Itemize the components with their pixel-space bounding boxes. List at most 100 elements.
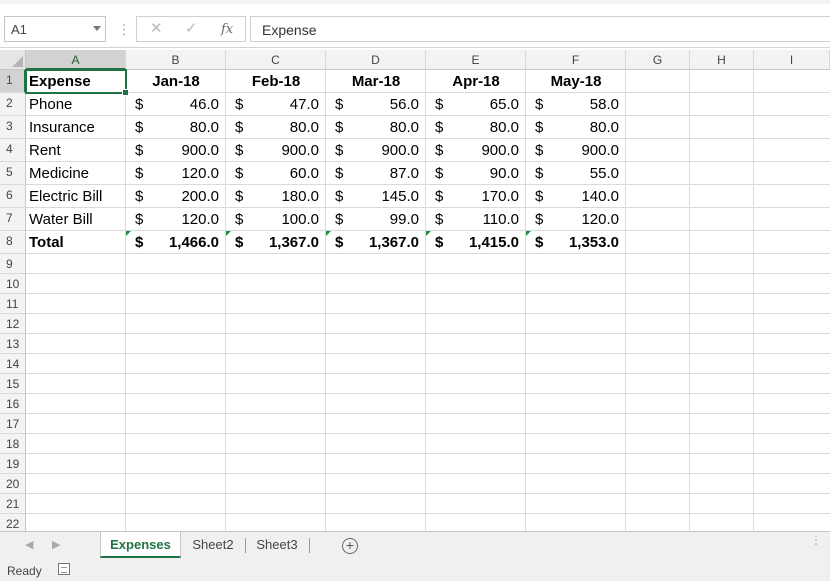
row-header-1[interactable]: 1 <box>0 70 26 93</box>
column-header-d[interactable]: D <box>326 50 426 70</box>
cell-f4[interactable]: 900.0 <box>550 139 626 162</box>
enter-icon[interactable]: ✓ <box>185 21 198 37</box>
cell-f7[interactable]: 120.0 <box>550 208 626 231</box>
cell-e2[interactable]: 65.0 <box>450 93 526 116</box>
cell-e6[interactable]: 170.0 <box>450 185 526 208</box>
more-options-icon[interactable]: ⋮ <box>810 534 822 546</box>
error-indicator-icon[interactable] <box>426 231 431 236</box>
cell-b8[interactable]: 1,466.0 <box>150 231 226 254</box>
row-header-5[interactable]: 5 <box>0 162 26 185</box>
insert-function-icon[interactable]: fx <box>221 22 233 38</box>
cell-a5[interactable]: Medicine <box>26 162 126 185</box>
error-indicator-icon[interactable] <box>526 231 531 236</box>
cell-b5[interactable]: 120.0 <box>150 162 226 185</box>
error-indicator-icon[interactable] <box>326 231 331 236</box>
cell-c4[interactable]: 900.0 <box>250 139 326 162</box>
cell-e4[interactable]: 900.0 <box>450 139 526 162</box>
row-header-13[interactable]: 13 <box>0 334 26 354</box>
row-header-9[interactable]: 9 <box>0 254 26 274</box>
row-header-12[interactable]: 12 <box>0 314 26 334</box>
cell-a2[interactable]: Phone <box>26 93 126 116</box>
cell-c6[interactable]: 180.0 <box>250 185 326 208</box>
cell-e7[interactable]: 110.0 <box>450 208 526 231</box>
cell-e1[interactable]: Apr-18 <box>426 70 526 93</box>
cell-b7[interactable]: 120.0 <box>150 208 226 231</box>
row-header-8[interactable]: 8 <box>0 231 26 254</box>
cell-d3[interactable]: 80.0 <box>350 116 426 139</box>
name-box[interactable]: A1 <box>4 16 106 42</box>
row-header-2[interactable]: 2 <box>0 93 26 116</box>
chevron-down-icon[interactable] <box>93 26 101 31</box>
cell-d8[interactable]: 1,367.0 <box>350 231 426 254</box>
cell-a7[interactable]: Water Bill <box>26 208 126 231</box>
cell-e3[interactable]: 80.0 <box>450 116 526 139</box>
row-header-21[interactable]: 21 <box>0 494 26 514</box>
row-header-11[interactable]: 11 <box>0 294 26 314</box>
cell-b1[interactable]: Jan-18 <box>126 70 226 93</box>
formula-input[interactable]: Expense <box>250 16 830 42</box>
cell-d1[interactable]: Mar-18 <box>326 70 426 93</box>
column-header-c[interactable]: C <box>226 50 326 70</box>
cell-d6[interactable]: 145.0 <box>350 185 426 208</box>
row-header-18[interactable]: 18 <box>0 434 26 454</box>
tab-prev-icon[interactable]: ◀ <box>25 538 33 551</box>
tab-sheet2[interactable]: Sheet2 <box>184 532 242 558</box>
cell-f3[interactable]: 80.0 <box>550 116 626 139</box>
column-header-e[interactable]: E <box>426 50 526 70</box>
row-header-20[interactable]: 20 <box>0 474 26 494</box>
cell-a6[interactable]: Electric Bill <box>26 185 126 208</box>
column-header-a[interactable]: A <box>26 50 126 70</box>
tab-expenses[interactable]: Expenses <box>100 532 181 558</box>
cell-f5[interactable]: 55.0 <box>550 162 626 185</box>
cell-b6[interactable]: 200.0 <box>150 185 226 208</box>
cell-b4[interactable]: 900.0 <box>150 139 226 162</box>
row-header-16[interactable]: 16 <box>0 394 26 414</box>
cell-c2[interactable]: 47.0 <box>250 93 326 116</box>
column-header-g[interactable]: G <box>626 50 690 70</box>
active-cell-selection[interactable] <box>25 69 129 96</box>
row-header-10[interactable]: 10 <box>0 274 26 294</box>
row-header-15[interactable]: 15 <box>0 374 26 394</box>
cell-e5[interactable]: 90.0 <box>450 162 526 185</box>
cancel-icon[interactable]: ✕ <box>150 21 163 37</box>
column-header-i[interactable]: I <box>754 50 830 70</box>
row-header-3[interactable]: 3 <box>0 116 26 139</box>
cell-f6[interactable]: 140.0 <box>550 185 626 208</box>
cell-a8[interactable]: Total <box>26 231 126 254</box>
row-header-7[interactable]: 7 <box>0 208 26 231</box>
row-header-17[interactable]: 17 <box>0 414 26 434</box>
error-indicator-icon[interactable] <box>226 231 231 236</box>
cell-c7[interactable]: 100.0 <box>250 208 326 231</box>
row-header-14[interactable]: 14 <box>0 354 26 374</box>
cell-d5[interactable]: 87.0 <box>350 162 426 185</box>
cell-e8[interactable]: 1,415.0 <box>450 231 526 254</box>
column-header-h[interactable]: H <box>690 50 754 70</box>
cell-d4[interactable]: 900.0 <box>350 139 426 162</box>
column-header-f[interactable]: F <box>526 50 626 70</box>
column-header-b[interactable]: B <box>126 50 226 70</box>
cell-d2[interactable]: 56.0 <box>350 93 426 116</box>
row-header-22[interactable]: 22 <box>0 514 26 531</box>
cell-c5[interactable]: 60.0 <box>250 162 326 185</box>
cell-c3[interactable]: 80.0 <box>250 116 326 139</box>
tab-sheet3[interactable]: Sheet3 <box>248 532 306 558</box>
row-header-6[interactable]: 6 <box>0 185 26 208</box>
add-sheet-icon[interactable]: + <box>342 538 358 554</box>
currency-symbol: $ <box>335 165 344 182</box>
cell-a4[interactable]: Rent <box>26 139 126 162</box>
row-header-4[interactable]: 4 <box>0 139 26 162</box>
cell-b2[interactable]: 46.0 <box>150 93 226 116</box>
tab-next-icon[interactable]: ▶ <box>52 538 60 551</box>
cell-b3[interactable]: 80.0 <box>150 116 226 139</box>
error-indicator-icon[interactable] <box>126 231 131 236</box>
select-all-corner[interactable] <box>0 50 26 70</box>
cell-f1[interactable]: May-18 <box>526 70 626 93</box>
cell-f2[interactable]: 58.0 <box>550 93 626 116</box>
row-header-19[interactable]: 19 <box>0 454 26 474</box>
cell-d7[interactable]: 99.0 <box>350 208 426 231</box>
cell-c1[interactable]: Feb-18 <box>226 70 326 93</box>
cell-c8[interactable]: 1,367.0 <box>250 231 326 254</box>
macro-recording-icon[interactable] <box>58 563 70 575</box>
cell-f8[interactable]: 1,353.0 <box>550 231 626 254</box>
cell-a3[interactable]: Insurance <box>26 116 126 139</box>
